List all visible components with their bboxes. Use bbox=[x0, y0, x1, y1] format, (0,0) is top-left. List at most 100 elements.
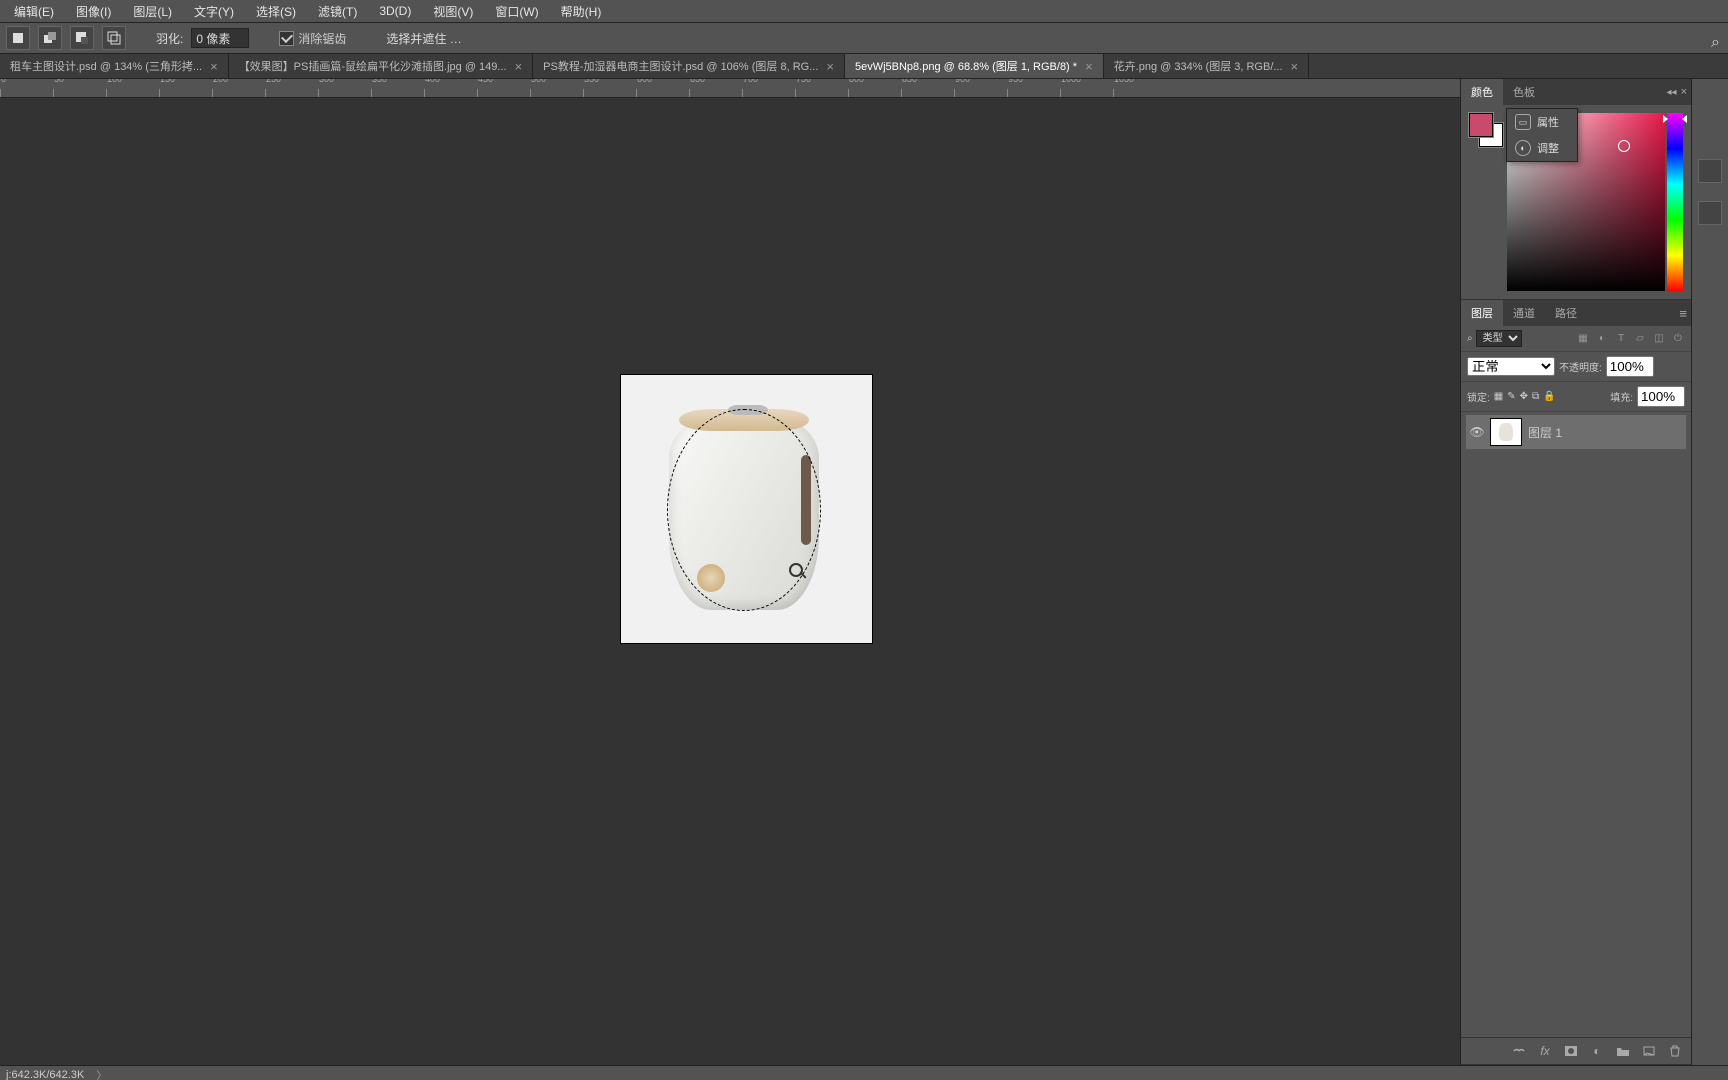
close-icon[interactable]: × bbox=[1291, 59, 1299, 74]
doc-tab-4[interactable]: 花卉.png @ 334% (图层 3, RGB/...× bbox=[1104, 54, 1309, 78]
layer-filter-type[interactable]: 类型 bbox=[1476, 330, 1522, 347]
filter-toggle-icon[interactable]: ⏻ bbox=[1671, 332, 1685, 346]
close-icon[interactable]: × bbox=[1085, 59, 1093, 74]
new-layer-icon[interactable] bbox=[1641, 1044, 1657, 1058]
menu-select[interactable]: 选择(S) bbox=[248, 3, 304, 20]
right-dock: 颜色 色板 ◂◂ × ▭ 属性 ◐ 调整 bbox=[1460, 79, 1691, 1065]
opacity-input[interactable] bbox=[1606, 356, 1654, 377]
feather-label: 羽化: bbox=[156, 30, 183, 47]
tab-color[interactable]: 颜色 bbox=[1461, 79, 1503, 105]
filter-adjust-icon[interactable]: ◐ bbox=[1595, 332, 1609, 346]
color-swatches[interactable] bbox=[1469, 113, 1499, 143]
layer-thumbnail[interactable] bbox=[1490, 418, 1522, 446]
layer-mask-icon[interactable] bbox=[1563, 1044, 1579, 1058]
doc-size-info[interactable]: j:642.3K/642.3K bbox=[6, 1069, 84, 1080]
layer-style-icon[interactable]: fx bbox=[1537, 1044, 1553, 1058]
tab-channels[interactable]: 通道 bbox=[1503, 300, 1545, 326]
layer-group-icon[interactable] bbox=[1615, 1044, 1631, 1058]
lock-all-icon[interactable]: 🔒 bbox=[1543, 391, 1555, 402]
layers-panel: 图层 通道 路径 ≡ ⌕ 类型 ▦ ◐ T ▱ ◫ ⏻ bbox=[1461, 300, 1691, 1065]
menu-view[interactable]: 视图(V) bbox=[425, 3, 481, 20]
search-icon: ⌕ bbox=[1467, 333, 1473, 344]
close-icon[interactable]: × bbox=[515, 59, 523, 74]
fill-input[interactable] bbox=[1637, 386, 1685, 407]
selection-new-icon[interactable] bbox=[6, 26, 30, 50]
layer-row[interactable]: 👁 图层 1 bbox=[1465, 414, 1687, 450]
doc-tab-label: 【效果图】PS插画篇-鼠绘扁平化沙滩插图.jpg @ 149... bbox=[239, 58, 507, 74]
filter-pixel-icon[interactable]: ▦ bbox=[1576, 332, 1590, 346]
options-bar: 羽化: 消除锯齿 选择并遮住 … ⌕ bbox=[0, 23, 1728, 54]
menu-help[interactable]: 帮助(H) bbox=[553, 3, 610, 20]
panel-menu-icon[interactable]: ≡ bbox=[1679, 306, 1687, 321]
status-expand-icon[interactable]: 〉 bbox=[96, 1067, 107, 1080]
selection-add-icon[interactable] bbox=[38, 26, 62, 50]
lock-label: 锁定: bbox=[1467, 389, 1490, 404]
tab-paths[interactable]: 路径 bbox=[1545, 300, 1587, 326]
link-layers-icon[interactable] bbox=[1511, 1044, 1527, 1058]
hue-slider[interactable] bbox=[1667, 113, 1683, 291]
status-bar: j:642.3K/642.3K 〉 bbox=[0, 1065, 1728, 1080]
canvas-area[interactable]: 0501001502002503003504004505005506006507… bbox=[0, 79, 1460, 1065]
collapsed-panel-icon[interactable] bbox=[1698, 159, 1722, 183]
doc-tab-1[interactable]: 【效果图】PS插画篇-鼠绘扁平化沙滩插图.jpg @ 149... × bbox=[229, 54, 533, 78]
color-panel-tabs: 颜色 色板 ◂◂ × bbox=[1461, 79, 1691, 105]
blend-mode-select[interactable]: 正常 bbox=[1467, 357, 1555, 376]
menu-image[interactable]: 图像(I) bbox=[68, 3, 119, 20]
properties-icon: ▭ bbox=[1515, 114, 1531, 130]
menu-type[interactable]: 文字(Y) bbox=[186, 3, 242, 20]
close-icon[interactable]: × bbox=[210, 59, 218, 74]
menu-edit[interactable]: 编辑(E) bbox=[6, 3, 62, 20]
menu-item-label: 属性 bbox=[1537, 114, 1559, 130]
antialias-checkbox[interactable]: 消除锯齿 bbox=[279, 30, 346, 47]
zoom-cursor-icon bbox=[789, 563, 805, 579]
document-canvas[interactable] bbox=[621, 375, 872, 643]
tab-layers[interactable]: 图层 bbox=[1461, 300, 1503, 326]
adjustment-layer-icon[interactable]: ◐ bbox=[1589, 1044, 1605, 1058]
adjust-icon: ◐ bbox=[1515, 140, 1531, 156]
doc-tab-0[interactable]: 租车主图设计.psd @ 134% (三角形拷... × bbox=[0, 54, 229, 78]
lock-artboard-icon[interactable]: ⧉ bbox=[1532, 391, 1539, 402]
document-tabs: 租车主图设计.psd @ 134% (三角形拷... × 【效果图】PS插画篇-鼠… bbox=[0, 54, 1728, 79]
lock-brush-icon[interactable]: ✎ bbox=[1507, 391, 1515, 402]
layer-name[interactable]: 图层 1 bbox=[1528, 424, 1562, 441]
selection-subtract-icon[interactable] bbox=[70, 26, 94, 50]
select-and-mask-button[interactable]: 选择并遮住 … bbox=[386, 30, 461, 47]
opacity-label: 不透明度: bbox=[1559, 359, 1602, 374]
doc-tab-3[interactable]: 5evWj5BNp8.png @ 68.8% (图层 1, RGB/8) *× bbox=[845, 54, 1104, 78]
selection-marquee bbox=[667, 409, 821, 611]
filter-type-icon[interactable]: T bbox=[1614, 332, 1628, 346]
menu-bar: 编辑(E) 图像(I) 图层(L) 文字(Y) 选择(S) 滤镜(T) 3D(D… bbox=[0, 0, 1728, 23]
tab-swatches[interactable]: 色板 bbox=[1503, 79, 1545, 105]
collapsed-panel-strip bbox=[1691, 79, 1728, 1065]
feather-input[interactable] bbox=[191, 28, 249, 48]
doc-tab-label: 租车主图设计.psd @ 134% (三角形拷... bbox=[10, 58, 202, 74]
workspace: 0501001502002503003504004505005506006507… bbox=[0, 79, 1728, 1065]
menu-filter[interactable]: 滤镜(T) bbox=[310, 3, 365, 20]
lock-transparent-icon[interactable]: ▦ bbox=[1494, 391, 1503, 402]
menu-layer[interactable]: 图层(L) bbox=[125, 3, 180, 20]
menu-item-label: 调整 bbox=[1537, 140, 1559, 156]
panel-close-icon[interactable]: × bbox=[1681, 86, 1687, 98]
visibility-toggle-icon[interactable]: 👁 bbox=[1470, 425, 1484, 439]
document-image bbox=[669, 415, 819, 610]
delete-layer-icon[interactable] bbox=[1667, 1044, 1683, 1058]
panel-collapse-icon[interactable]: ◂◂ bbox=[1667, 87, 1677, 98]
doc-tab-2[interactable]: PS教程-加湿器电商主图设计.psd @ 106% (图层 8, RG... × bbox=[533, 54, 845, 78]
menu-item-adjust[interactable]: ◐ 调整 bbox=[1507, 135, 1577, 161]
filter-smart-icon[interactable]: ◫ bbox=[1652, 332, 1666, 346]
filter-shape-icon[interactable]: ▱ bbox=[1633, 332, 1647, 346]
menu-item-properties[interactable]: ▭ 属性 bbox=[1507, 109, 1577, 135]
doc-tab-label: PS教程-加湿器电商主图设计.psd @ 106% (图层 8, RG... bbox=[543, 58, 818, 74]
color-panel: 颜色 色板 ◂◂ × ▭ 属性 ◐ 调整 bbox=[1461, 79, 1691, 300]
search-icon[interactable]: ⌕ bbox=[1711, 34, 1720, 52]
menu-window[interactable]: 窗口(W) bbox=[487, 3, 546, 20]
layers-footer: fx ◐ bbox=[1461, 1037, 1691, 1064]
layers-panel-tabs: 图层 通道 路径 ≡ bbox=[1461, 300, 1691, 326]
collapsed-panel-icon[interactable] bbox=[1698, 201, 1722, 225]
menu-3d[interactable]: 3D(D) bbox=[371, 4, 419, 18]
foreground-color[interactable] bbox=[1469, 113, 1493, 137]
selection-intersect-icon[interactable] bbox=[102, 26, 126, 50]
antialias-label: 消除锯齿 bbox=[298, 30, 346, 47]
lock-position-icon[interactable]: ✥ bbox=[1520, 391, 1528, 402]
close-icon[interactable]: × bbox=[826, 59, 834, 74]
